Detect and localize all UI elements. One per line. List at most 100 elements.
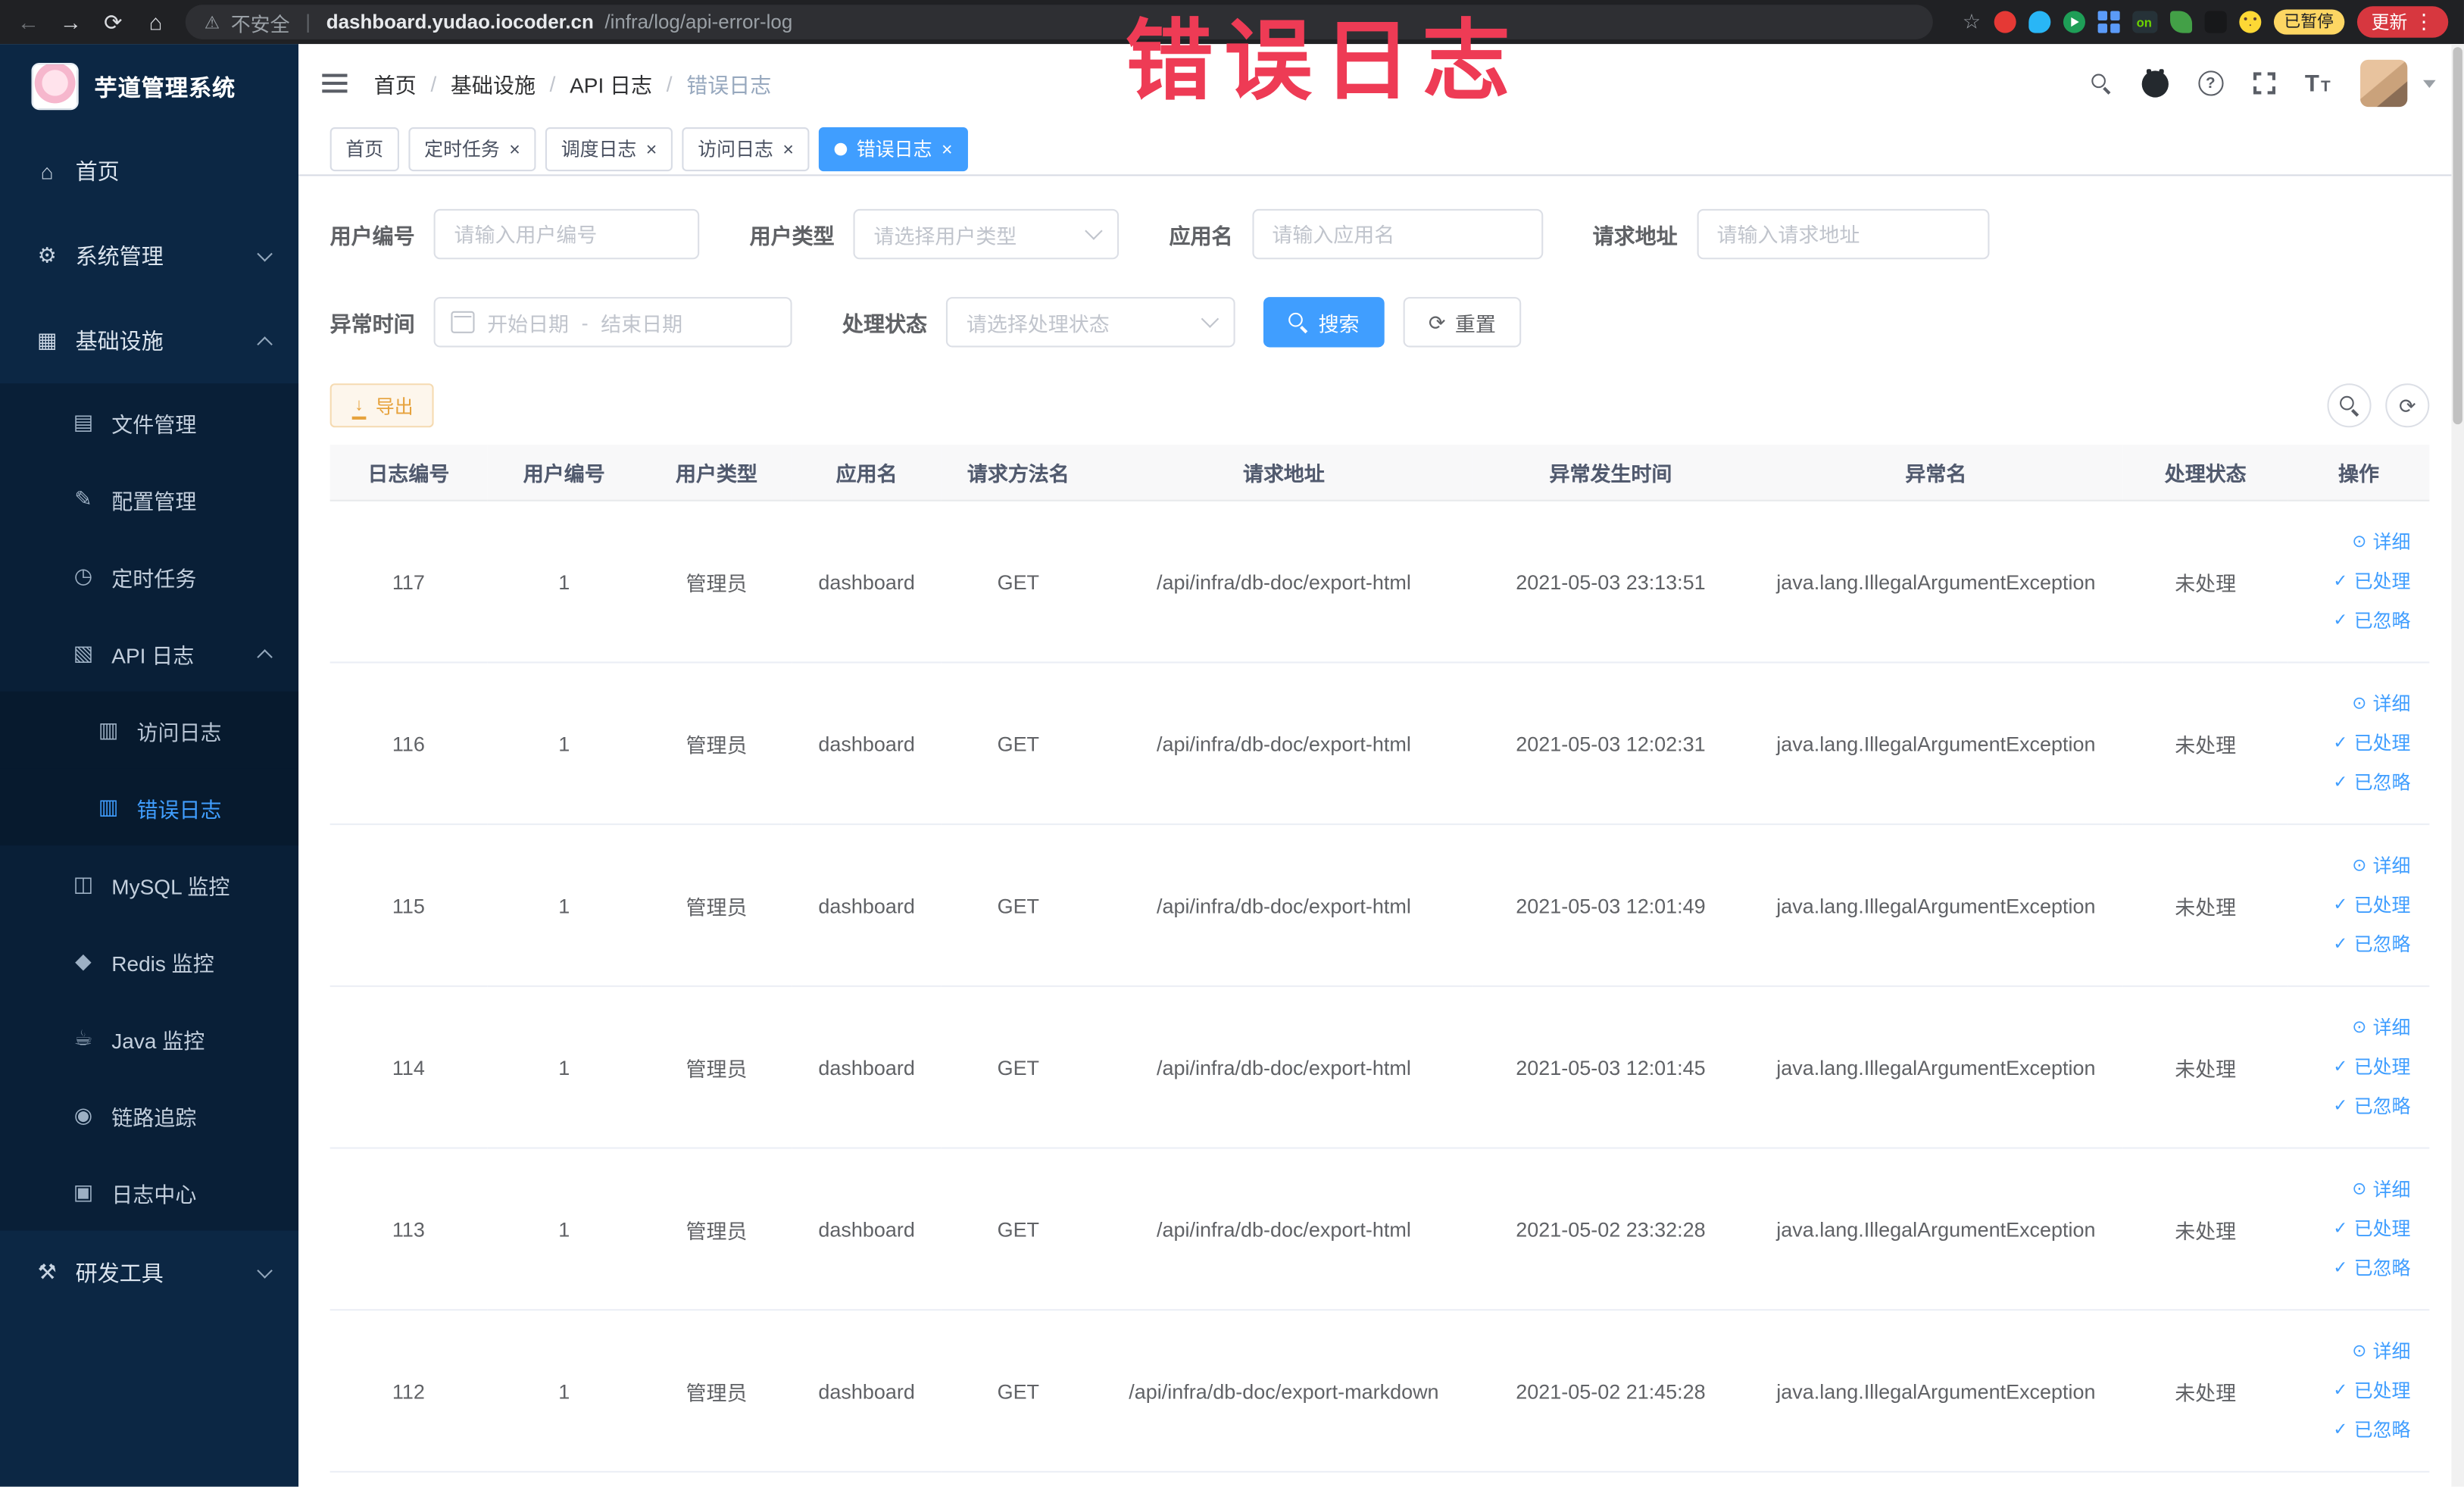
close-icon[interactable]: × [646,139,657,158]
app-logo-row[interactable]: 芋道管理系统 [0,44,298,129]
sidebar-item-system[interactable]: ⚙ 系统管理 [0,214,298,298]
sidebar-item-home[interactable]: ⌂ 首页 [0,129,298,214]
user-id-input[interactable] [433,208,700,260]
search-icon[interactable] [2091,73,2112,93]
paused-badge[interactable]: 已暂停 [2272,9,2345,35]
refresh-button[interactable]: ⟳ [2385,383,2430,428]
sidebar-item-config[interactable]: ✎ 配置管理 [0,461,298,538]
action-processed[interactable]: ✓ 已处理 [2297,723,2410,763]
extension-grid-icon[interactable] [2097,11,2119,33]
sidebar-item-access-log[interactable]: ▥ 访问日志 [0,691,299,769]
overflow-menu-icon[interactable]: ⋮ [2414,9,2434,34]
extension-smiley-icon[interactable] [2238,11,2261,33]
action-processed[interactable]: ✓ 已处理 [2297,886,2410,925]
extension-tree-icon[interactable] [2203,11,2226,33]
hamburger-icon[interactable] [322,73,348,93]
action-detail[interactable]: ⊙ 详细 [2297,523,2410,562]
toggle-search-button[interactable] [2327,383,2372,428]
tab-error-log[interactable]: 错误日志 × [819,127,969,171]
reload-icon[interactable]: ⟳ [101,8,126,35]
action-detail[interactable]: ⊙ 详细 [2297,684,2410,723]
close-icon[interactable]: × [509,139,520,158]
action-processed[interactable]: ✓ 已处理 [2297,1048,2410,1087]
extension-play-icon[interactable] [2062,11,2085,33]
action-processed[interactable]: ✓ 已处理 [2297,1371,2410,1410]
extension-red-icon[interactable] [1993,11,2016,33]
font-size-icon[interactable]: T T [2305,71,2331,95]
browser-update-button[interactable]: 更新 ⋮ [2356,6,2449,38]
breadcrumb-item[interactable]: 基础设施 [451,67,536,98]
sidebar-item-redis[interactable]: ◆ Redis 监控 [0,923,298,1000]
filter-request-url: 请求地址 [1593,208,1989,260]
action-detail[interactable]: ⊙ 详细 [2297,1008,2410,1048]
process-status-select[interactable]: 请选择处理状态 [945,297,1235,348]
forward-icon[interactable]: → [58,9,83,34]
tab-label: 调度日志 [561,138,637,161]
tab-home[interactable]: 首页 [329,127,399,171]
action-ignored[interactable]: ✓ 已忽略 [2297,925,2410,964]
cell-process-status: 未处理 [2122,1148,2288,1311]
search-button[interactable]: 搜索 [1263,297,1385,348]
cell-app-name: dashboard [792,500,942,664]
action-detail[interactable]: ⊙ 详细 [2297,1170,2410,1210]
cell-user-id: 1 [487,500,642,664]
cell-user-type: 管理员 [641,1148,792,1311]
table-row: 113 1 管理员 dashboard GET /api/infra/db-do… [329,1148,2430,1311]
user-type-select[interactable]: 请选择用户类型 [853,208,1120,260]
url-host[interactable]: dashboard.yudao.iocoder.cn [326,11,594,33]
request-url-input[interactable] [1696,208,1989,260]
action-processed[interactable]: ✓ 已处理 [2297,1209,2410,1248]
sidebar-item-file[interactable]: ▤ 文件管理 [0,383,298,461]
breadcrumb-item-current: 错误日志 [686,73,772,98]
sidebar-item-log-center[interactable]: ▣ 日志中心 [0,1154,298,1231]
avatar[interactable] [2360,59,2408,108]
action-detail[interactable]: ⊙ 详细 [2297,1332,2410,1371]
help-icon[interactable]: ? [2197,70,2223,96]
date-range-picker[interactable]: 开始日期 - 结束日期 [433,297,792,348]
action-processed[interactable]: ✓ 已处理 [2297,562,2410,601]
reset-button[interactable]: ⟳ 重置 [1403,297,1522,348]
tab-job-log[interactable]: 调度日志 × [545,127,673,171]
close-icon[interactable]: × [782,139,794,158]
bookmark-star-icon[interactable]: ☆ [1963,9,1981,34]
sidebar-item-infra[interactable]: ▦ 基础设施 [0,298,298,383]
action-detail[interactable]: ⊙ 详细 [2297,846,2410,886]
scrollbar-track[interactable] [2451,44,2464,1487]
caret-down-icon[interactable] [2423,79,2436,88]
table-row: 112 1 管理员 dashboard GET /api/infra/db-do… [329,1310,2430,1473]
action-ignored[interactable]: ✓ 已忽略 [2297,1087,2410,1126]
sidebar-item-java[interactable]: ☕ Java 监控 [0,999,298,1076]
sidebar-item-devtools[interactable]: ⚒ 研发工具 [0,1230,298,1315]
app-name-input[interactable] [1251,208,1543,260]
breadcrumb-item[interactable]: 首页 [374,67,417,98]
extension-droplet-icon[interactable] [2028,11,2050,33]
action-ignored[interactable]: ✓ 已忽略 [2297,601,2410,641]
scrollbar-thumb[interactable] [2453,47,2462,425]
gear-icon: ⚙ [37,243,57,267]
address-bar[interactable]: ⚠ 不安全 | dashboard.yudao.iocoder.cn /infr… [185,5,1933,39]
col-process-status: 处理状态 [2122,445,2288,501]
sidebar-item-mysql[interactable]: ◫ MySQL 监控 [0,845,298,923]
tab-job[interactable]: 定时任务 × [408,127,536,171]
app-logo [31,62,79,111]
action-ignored[interactable]: ✓ 已忽略 [2297,1410,2410,1450]
export-button[interactable]: ↓ 导出 [329,383,434,428]
security-label[interactable]: 不安全 [231,7,290,36]
github-icon[interactable] [2141,68,2169,97]
sidebar-item-api-log[interactable]: ▧ API 日志 [0,614,298,692]
breadcrumb-item[interactable]: API 日志 [570,67,652,98]
home-icon[interactable]: ⌂ [143,9,168,34]
action-ignored[interactable]: ✓ 已忽略 [2297,1248,2410,1288]
back-icon[interactable]: ← [16,9,41,34]
close-icon[interactable]: × [942,139,953,158]
extension-on-icon[interactable]: on [2131,11,2157,33]
sidebar-item-job[interactable]: ◷ 定时任务 [0,538,298,615]
fullscreen-icon[interactable] [2251,70,2277,96]
sidebar-item-trace[interactable]: ◉ 链路追踪 [0,1076,298,1154]
action-ignored[interactable]: ✓ 已忽略 [2297,763,2410,802]
url-path[interactable]: /infra/log/api-error-log [604,11,792,33]
tab-access-log[interactable]: 访问日志 × [682,127,810,171]
cell-exception-time: 2021-05-03 12:01:49 [1472,824,1750,987]
extension-leaf-icon[interactable] [2169,11,2192,33]
sidebar-item-error-log[interactable]: ▥ 错误日志 [0,768,299,846]
